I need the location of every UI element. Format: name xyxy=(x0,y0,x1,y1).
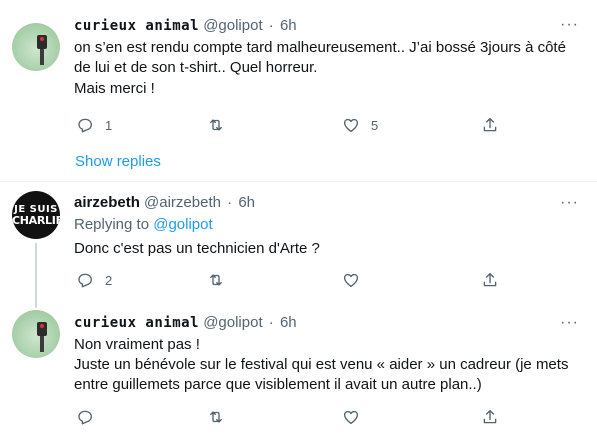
retweet-icon xyxy=(210,411,222,423)
more-icon[interactable]: ··· xyxy=(560,15,579,35)
share-button[interactable] xyxy=(481,270,499,290)
retweet-button[interactable] xyxy=(207,115,236,135)
reply-icon xyxy=(78,410,92,425)
retweet-icon xyxy=(210,119,222,131)
share-button[interactable] xyxy=(481,407,499,427)
share-icon xyxy=(483,272,497,287)
user-handle[interactable]: @golipot xyxy=(203,17,262,34)
thread-line xyxy=(35,243,37,308)
like-button[interactable] xyxy=(342,270,371,290)
separator-dot: · xyxy=(268,17,274,34)
heart-icon xyxy=(343,410,359,425)
tweet-text-line: entre guillemets parce que visiblement i… xyxy=(74,376,482,393)
display-name[interactable]: curieux animal xyxy=(74,18,199,34)
avatar-red-light xyxy=(40,37,44,41)
heart-icon xyxy=(343,118,359,133)
replying-to-label: Replying to xyxy=(74,216,154,233)
reply-icon xyxy=(78,273,92,288)
user-handle[interactable]: @airzebeth xyxy=(144,194,221,211)
tweet-3[interactable]: curieux animal @golipot · 6h ··· Non vra… xyxy=(0,305,597,437)
more-icon[interactable]: ··· xyxy=(560,193,579,213)
reply-button[interactable]: 2 xyxy=(76,270,112,290)
retweet-button[interactable] xyxy=(207,270,236,290)
reply-count: 2 xyxy=(105,272,113,288)
avatar[interactable] xyxy=(12,310,60,358)
timestamp[interactable]: 6h xyxy=(280,314,297,331)
action-bar xyxy=(74,407,514,427)
tweet-text-line: Non vraiment pas ! xyxy=(74,336,200,353)
more-icon[interactable]: ··· xyxy=(560,313,579,333)
tweet-header: curieux animal @golipot · 6h xyxy=(74,16,297,36)
separator-dot: · xyxy=(227,194,233,211)
tweet-text-line: de lui et de son t-shirt.. Quel horreur. xyxy=(74,59,318,76)
avatar-badge-text: CHARLIE xyxy=(12,214,60,227)
heart-icon xyxy=(343,273,359,288)
reply-count: 1 xyxy=(105,117,113,133)
share-icon xyxy=(483,409,497,424)
display-name[interactable]: curieux animal xyxy=(74,315,199,331)
tweet-2[interactable]: JE SUIS CHARLIE airzebeth @airzebeth · 6… xyxy=(0,182,597,308)
reply-button[interactable] xyxy=(76,407,105,427)
tweet-header: curieux animal @golipot · 6h xyxy=(74,313,297,333)
timestamp[interactable]: 6h xyxy=(238,194,255,211)
retweet-button[interactable] xyxy=(207,407,236,427)
like-count: 5 xyxy=(371,117,379,133)
like-button[interactable] xyxy=(342,407,371,427)
display-name[interactable]: airzebeth xyxy=(74,194,140,211)
like-button[interactable]: 5 xyxy=(342,115,378,135)
show-replies-link[interactable]: Show replies xyxy=(75,152,161,172)
action-bar: 2 xyxy=(74,270,514,290)
user-handle[interactable]: @golipot xyxy=(203,314,262,331)
replying-to: Replying to @golipot xyxy=(74,215,213,235)
avatar-red-light xyxy=(40,324,44,328)
avatar[interactable]: JE SUIS CHARLIE xyxy=(12,191,60,239)
tweet-text-line: on s’en est rendu compte tard malheureus… xyxy=(74,39,566,56)
reply-button[interactable]: 1 xyxy=(76,115,112,135)
share-button[interactable] xyxy=(481,115,499,135)
tweet-text-line: Mais merci ! xyxy=(74,80,155,97)
timestamp[interactable]: 6h xyxy=(280,17,297,34)
tweet-text-line: Donc c'est pas un technicien d'Arte ? xyxy=(74,240,320,257)
separator-dot: · xyxy=(268,314,274,331)
reply-icon xyxy=(78,118,92,133)
avatar[interactable] xyxy=(12,23,60,71)
tweet-text-line: Juste un bénévole sur le festival qui es… xyxy=(74,356,569,373)
action-bar: 1 5 xyxy=(74,115,514,135)
tweet-header: airzebeth @airzebeth · 6h xyxy=(74,193,255,213)
replying-to-handle[interactable]: @golipot xyxy=(153,216,212,233)
retweet-icon xyxy=(210,274,222,286)
share-icon xyxy=(483,117,497,132)
tweet-1[interactable]: curieux animal @golipot · 6h ··· on s’en… xyxy=(0,0,597,181)
